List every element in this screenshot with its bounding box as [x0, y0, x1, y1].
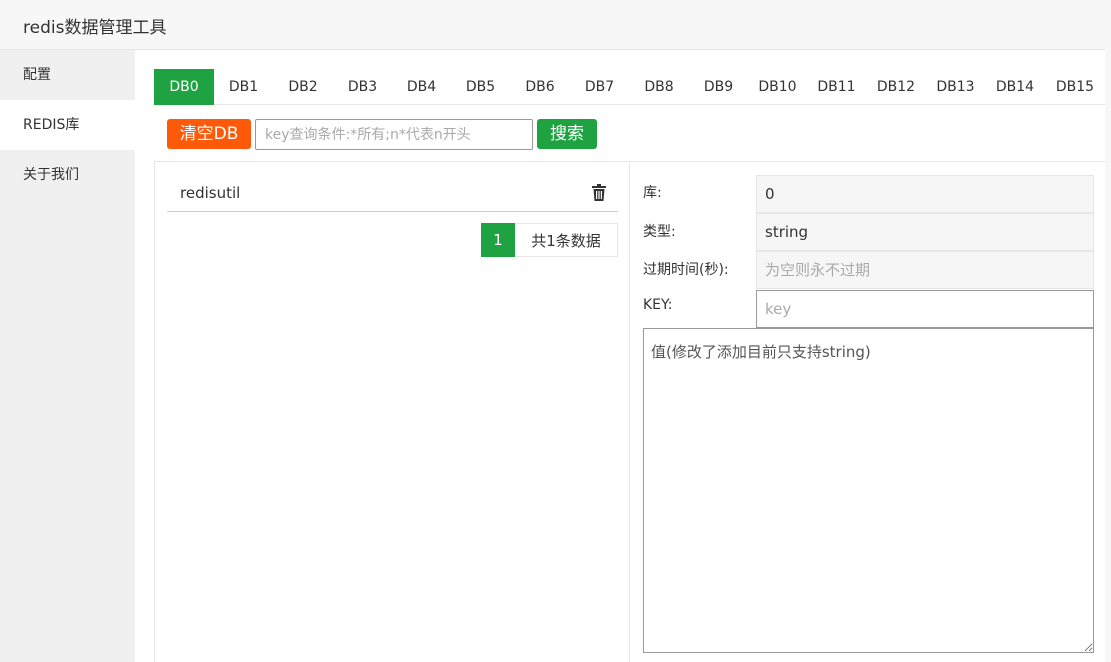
sidebar: 配置 REDIS库 关于我们 — [0, 50, 135, 662]
value-textarea[interactable] — [643, 328, 1094, 653]
tab-db1[interactable]: DB1 — [214, 69, 273, 105]
page-number-button[interactable]: 1 — [481, 223, 515, 257]
key-input[interactable] — [756, 290, 1094, 328]
db-field: 0 — [756, 175, 1094, 213]
tab-db11[interactable]: DB11 — [807, 69, 866, 105]
tab-db13[interactable]: DB13 — [926, 69, 985, 105]
toolbar: 清空DB 搜索 — [154, 106, 1105, 162]
sidebar-item-config[interactable]: 配置 — [0, 50, 135, 100]
key-label: KEY: — [643, 297, 673, 313]
detail-pane: 库: 0 类型: string 过期时间(秒): KEY: — [631, 162, 1106, 662]
tab-db8[interactable]: DB8 — [629, 69, 689, 105]
tab-db7[interactable]: DB7 — [570, 69, 629, 105]
type-field: string — [756, 213, 1094, 251]
ttl-label: 过期时间(秒): — [643, 262, 729, 278]
ttl-input[interactable] — [756, 251, 1094, 289]
db-tabs: DB0 DB1 DB2 DB3 DB4 DB5 DB6 DB7 DB8 DB9 … — [154, 69, 1105, 105]
list-item[interactable]: redisutil — [167, 175, 618, 212]
tab-db3[interactable]: DB3 — [333, 69, 392, 105]
tab-db6[interactable]: DB6 — [510, 69, 570, 105]
key-name[interactable]: redisutil — [180, 184, 240, 202]
sidebar-item-redis-db[interactable]: REDIS库 — [0, 100, 135, 150]
tab-db12[interactable]: DB12 — [866, 69, 926, 105]
tab-db10[interactable]: DB10 — [748, 69, 807, 105]
scrollbar-gutter — [1105, 0, 1111, 662]
key-list-pane: redisutil 1 共1条数据 — [155, 162, 630, 662]
total-count: 共1条数据 — [515, 223, 618, 257]
key-search-input[interactable] — [255, 119, 533, 150]
main-panel: DB0 DB1 DB2 DB3 DB4 DB5 DB6 DB7 DB8 DB9 … — [135, 50, 1111, 662]
tab-db15[interactable]: DB15 — [1045, 69, 1105, 105]
trash-icon[interactable] — [592, 184, 606, 201]
content-area: redisutil 1 共1条数据 库: 0 类型: string 过期时间(秒… — [154, 162, 1105, 662]
tab-db0[interactable]: DB0 — [154, 69, 214, 105]
tab-db14[interactable]: DB14 — [985, 69, 1045, 105]
tab-db4[interactable]: DB4 — [392, 69, 451, 105]
sidebar-item-about[interactable]: 关于我们 — [0, 150, 135, 200]
tab-db9[interactable]: DB9 — [689, 69, 748, 105]
type-label: 类型: — [643, 224, 676, 240]
search-button[interactable]: 搜索 — [537, 119, 597, 149]
title-bar: redis数据管理工具 — [0, 0, 1111, 50]
tab-db2[interactable]: DB2 — [273, 69, 333, 105]
app-title: redis数据管理工具 — [23, 18, 167, 38]
tab-db5[interactable]: DB5 — [451, 69, 510, 105]
db-label: 库: — [643, 185, 662, 201]
clear-db-button[interactable]: 清空DB — [167, 119, 251, 149]
